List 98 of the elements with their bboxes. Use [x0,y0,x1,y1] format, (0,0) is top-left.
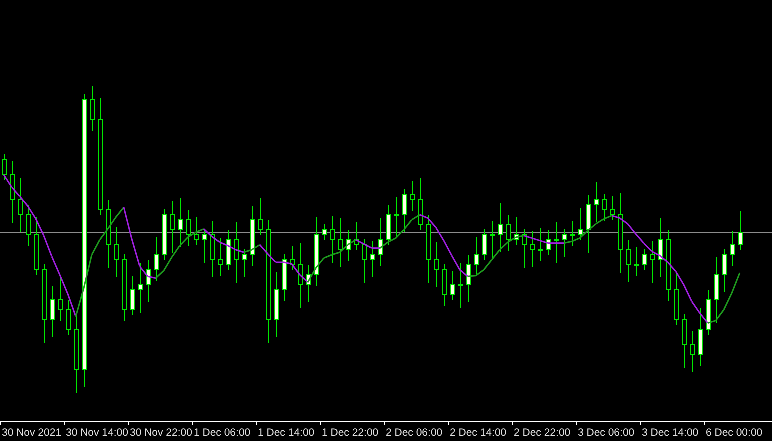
candlestick [210,220,215,278]
candlestick [666,230,671,302]
time-label: 1 Dec 22:00 [322,427,379,439]
candlestick [650,240,655,284]
candlestick [578,208,583,240]
time-label: 2 Dec 06:00 [386,427,443,439]
time-label: 2 Dec 14:00 [450,427,507,439]
candlestick [250,206,255,266]
candlestick [242,248,247,278]
candlestick [682,314,687,368]
candlestick [322,224,327,240]
candlestick [386,204,391,246]
candlestick [114,226,119,278]
candlestick [90,86,95,132]
candlestick [522,228,527,268]
candlestick [50,286,55,338]
candlestick [418,178,423,230]
time-label: 30 Nov 22:00 [130,427,192,439]
candlestick [274,272,279,338]
candlestick [234,222,239,284]
candlestick [714,256,719,324]
candlestick [730,230,735,266]
candlestick [338,218,343,268]
candlestick [202,228,207,264]
candlestick [442,264,447,306]
candlestick [626,240,631,282]
time-label: 6 Dec 00:00 [706,427,763,439]
time-label: 30 Nov 2021 [2,427,62,439]
candlestick [346,230,351,262]
candlestick [610,196,615,220]
candlestick [306,264,311,302]
candlestick [410,180,415,212]
candlestick [538,228,543,262]
candlestick [10,160,15,224]
candlestick [658,218,663,278]
candlestick [26,204,31,246]
candlestick [258,198,263,236]
time-label: 1 Dec 06:00 [194,427,251,439]
candlestick [674,272,679,326]
candlestick [722,248,727,292]
time-label: 2 Dec 22:00 [514,427,571,439]
candlestick [186,210,191,246]
candlestick [426,214,431,284]
candlestick [706,290,711,336]
candlestick [698,308,703,366]
candlestick [138,262,143,314]
candlestick [226,230,231,270]
candlestick [122,254,127,322]
candlestick [546,230,551,256]
candlestick [586,194,591,254]
candlestick [634,246,639,276]
candlestick [530,230,535,268]
candlestick [474,236,479,276]
time-label: 1 Dec 14:00 [258,427,315,439]
time-label: 3 Dec 06:00 [578,427,635,439]
candlestick [330,216,335,264]
candlestick [602,194,607,222]
candlestick [154,236,159,282]
candlestick [394,196,399,238]
candlestick [178,198,183,248]
candlestick [594,182,599,222]
candlestick [130,276,135,316]
candlestick [218,238,223,276]
candlestick [146,260,151,302]
candlestick [450,270,455,300]
candlestick [370,240,375,278]
candlestick [554,222,559,264]
candlestick [490,220,495,258]
candlestick [434,242,439,288]
candlestick [498,202,503,252]
candlestick [282,254,287,302]
candlestick [642,248,647,270]
time-label: 3 Dec 14:00 [642,427,699,439]
candlestick [18,178,23,232]
candlestick [162,208,167,260]
candlestick [34,216,39,276]
candlestick [690,330,695,372]
candlestick [458,262,463,308]
candlestick [170,200,175,254]
candlestick [298,242,303,308]
candlestick [738,210,743,250]
candlestick [194,216,199,246]
candlestick [66,300,71,336]
candlestick [570,220,575,246]
candlestick [290,246,295,270]
candlestick [378,218,383,266]
candlestick [362,238,367,284]
candlestick [314,216,319,286]
candlestick [354,222,359,250]
candlestick [506,214,511,252]
candlestick [58,278,63,322]
candlestick [402,188,407,232]
candlestick [106,200,111,268]
time-label: 30 Nov 14:00 [66,427,128,439]
candlestick [482,228,487,260]
candlestick [562,228,567,258]
candlestick [466,254,471,302]
candlestick [514,216,519,246]
